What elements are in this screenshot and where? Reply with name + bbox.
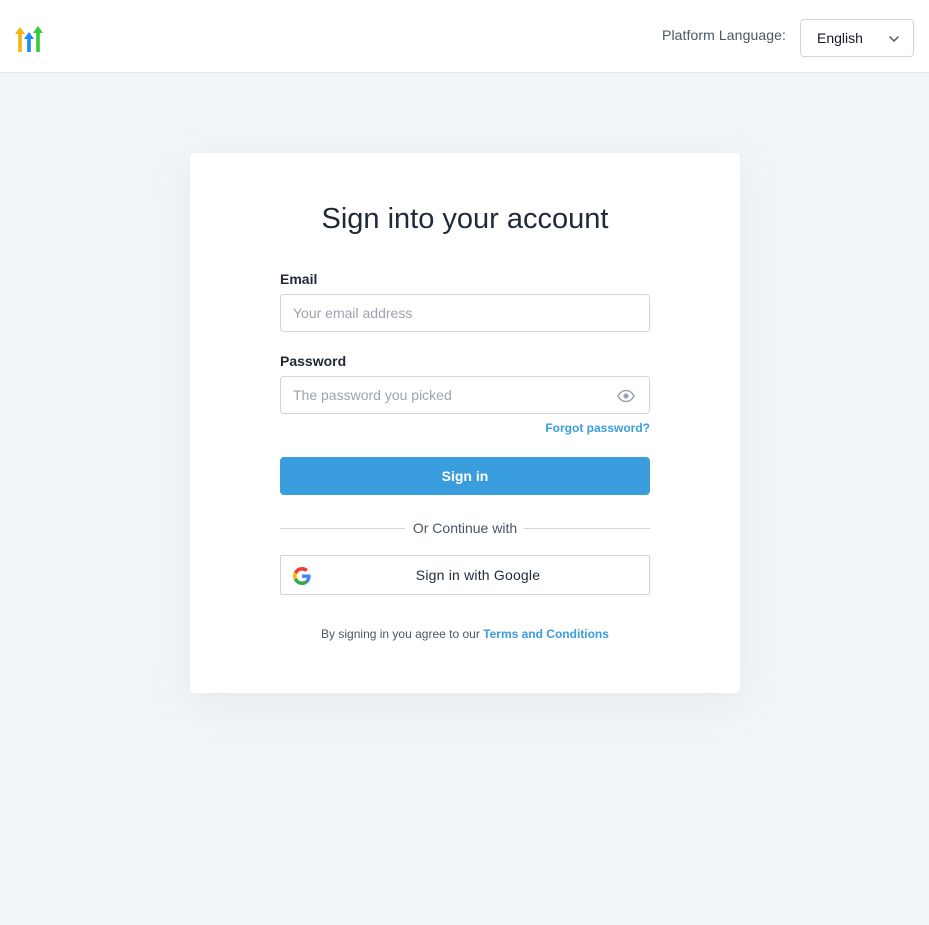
page-title: Sign into your account bbox=[321, 203, 609, 235]
google-signin-label: Sign in with Google bbox=[415, 567, 541, 583]
password-field[interactable] bbox=[281, 377, 649, 413]
terms-prefix: By signing in you agree to our bbox=[321, 627, 480, 641]
divider-line-right bbox=[524, 528, 650, 529]
terms-link[interactable]: Terms and Conditions bbox=[483, 627, 609, 641]
chevron-down-icon bbox=[889, 36, 899, 42]
signin-button[interactable]: Sign in bbox=[280, 457, 650, 495]
email-label: Email bbox=[280, 271, 318, 287]
password-label: Password bbox=[280, 353, 347, 369]
eye-icon[interactable] bbox=[617, 388, 635, 404]
terms-notice: By signing in you agree to our Terms and… bbox=[190, 627, 740, 641]
forgot-password-link[interactable]: Forgot password? bbox=[545, 421, 650, 435]
divider-text: Or Continue with bbox=[412, 520, 518, 536]
language-select[interactable]: English bbox=[800, 19, 914, 57]
platform-language-label: Platform Language: bbox=[662, 27, 786, 43]
brand-logo-icon[interactable] bbox=[14, 26, 44, 54]
google-signin-button[interactable]: Sign in with Google bbox=[280, 555, 650, 595]
top-bar: Platform Language: English bbox=[0, 0, 929, 73]
signin-card: Sign into your account Email Password Fo… bbox=[190, 153, 740, 693]
password-field-wrapper bbox=[280, 376, 650, 414]
email-field-wrapper bbox=[280, 294, 650, 332]
language-select-value: English bbox=[817, 30, 863, 46]
email-field[interactable] bbox=[281, 295, 649, 331]
